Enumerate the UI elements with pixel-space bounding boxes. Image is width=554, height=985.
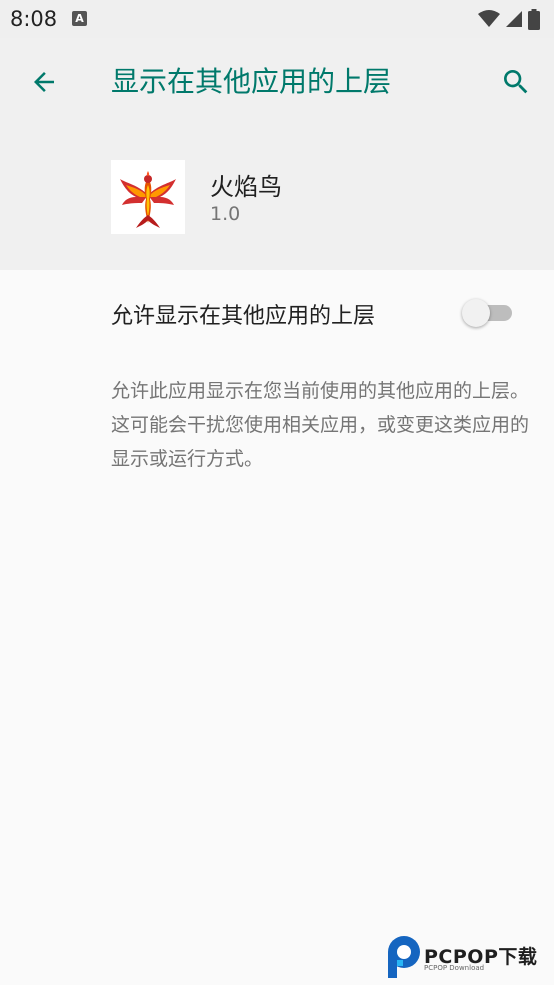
phoenix-icon — [120, 171, 176, 228]
pcpop-logo-icon — [388, 936, 420, 978]
app-header: 显示在其他应用的上层 火焰鸟 1.0 — [0, 38, 554, 270]
screen: 8:08 A 显示在其他应用的上层 火焰鸟 1.0 允许显示在其他应用的上层 允… — [0, 0, 554, 985]
overlay-permission-row[interactable]: 允许显示在其他应用的上层 — [0, 270, 554, 356]
switch-thumb — [462, 299, 490, 327]
search-icon — [504, 70, 528, 94]
search-button[interactable] — [496, 62, 536, 102]
watermark: PCPOP下载 PCPOP Download — [384, 934, 554, 980]
signal-icon — [506, 11, 522, 27]
back-button[interactable] — [24, 62, 64, 102]
wifi-icon — [478, 10, 500, 27]
status-time: 8:08 — [10, 7, 58, 31]
overlay-permission-switch[interactable] — [462, 299, 514, 327]
app-name: 火焰鸟 — [210, 173, 282, 201]
battery-icon — [528, 8, 540, 30]
watermark-subtext: PCPOP Download — [424, 964, 485, 972]
status-icons — [478, 8, 540, 30]
notification-icon: A — [72, 11, 87, 26]
overlay-permission-label: 允许显示在其他应用的上层 — [111, 304, 376, 329]
app-version: 1.0 — [210, 203, 241, 225]
page-title: 显示在其他应用的上层 — [111, 65, 392, 98]
arrow-back-icon — [34, 72, 54, 92]
status-bar: 8:08 A — [0, 0, 554, 38]
app-icon — [111, 160, 185, 234]
overlay-permission-description: 允许此应用显示在您当前使用的其他应用的上层。这可能会干扰您使用相关应用，或变更这… — [111, 380, 530, 470]
